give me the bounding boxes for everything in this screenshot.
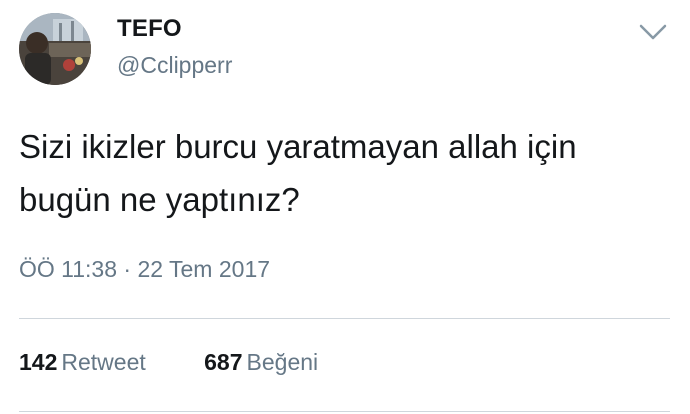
avatar[interactable]	[19, 13, 91, 85]
like-label: Beğeni	[246, 349, 319, 375]
tweet-stats: 142 Retweet 687 Beğeni	[19, 349, 318, 376]
divider	[19, 318, 670, 319]
tweet-text-line: bugün ne yaptınız?	[19, 181, 300, 218]
user-handle[interactable]: @Cclipperr	[117, 52, 232, 79]
display-name[interactable]: TEFO	[117, 15, 182, 43]
tweet-timestamp[interactable]: ÖÖ 11:38 · 22 Tem 2017	[19, 256, 270, 283]
retweet-label: Retweet	[61, 349, 146, 375]
divider	[19, 411, 670, 412]
tweet-text: Sizi ikizler burcu yaratmayan allah için…	[19, 120, 669, 226]
tweet-text-line: Sizi ikizler burcu yaratmayan allah için	[19, 128, 577, 165]
like-stat[interactable]: 687 Beğeni	[204, 349, 318, 376]
tweet-card: TEFO @Cclipperr Sizi ikizler burcu yarat…	[0, 0, 690, 414]
retweet-stat[interactable]: 142 Retweet	[19, 349, 146, 376]
retweet-count: 142	[19, 349, 58, 375]
like-count: 687	[204, 349, 243, 375]
chevron-down-icon[interactable]	[638, 22, 668, 42]
avatar-image	[19, 13, 91, 85]
